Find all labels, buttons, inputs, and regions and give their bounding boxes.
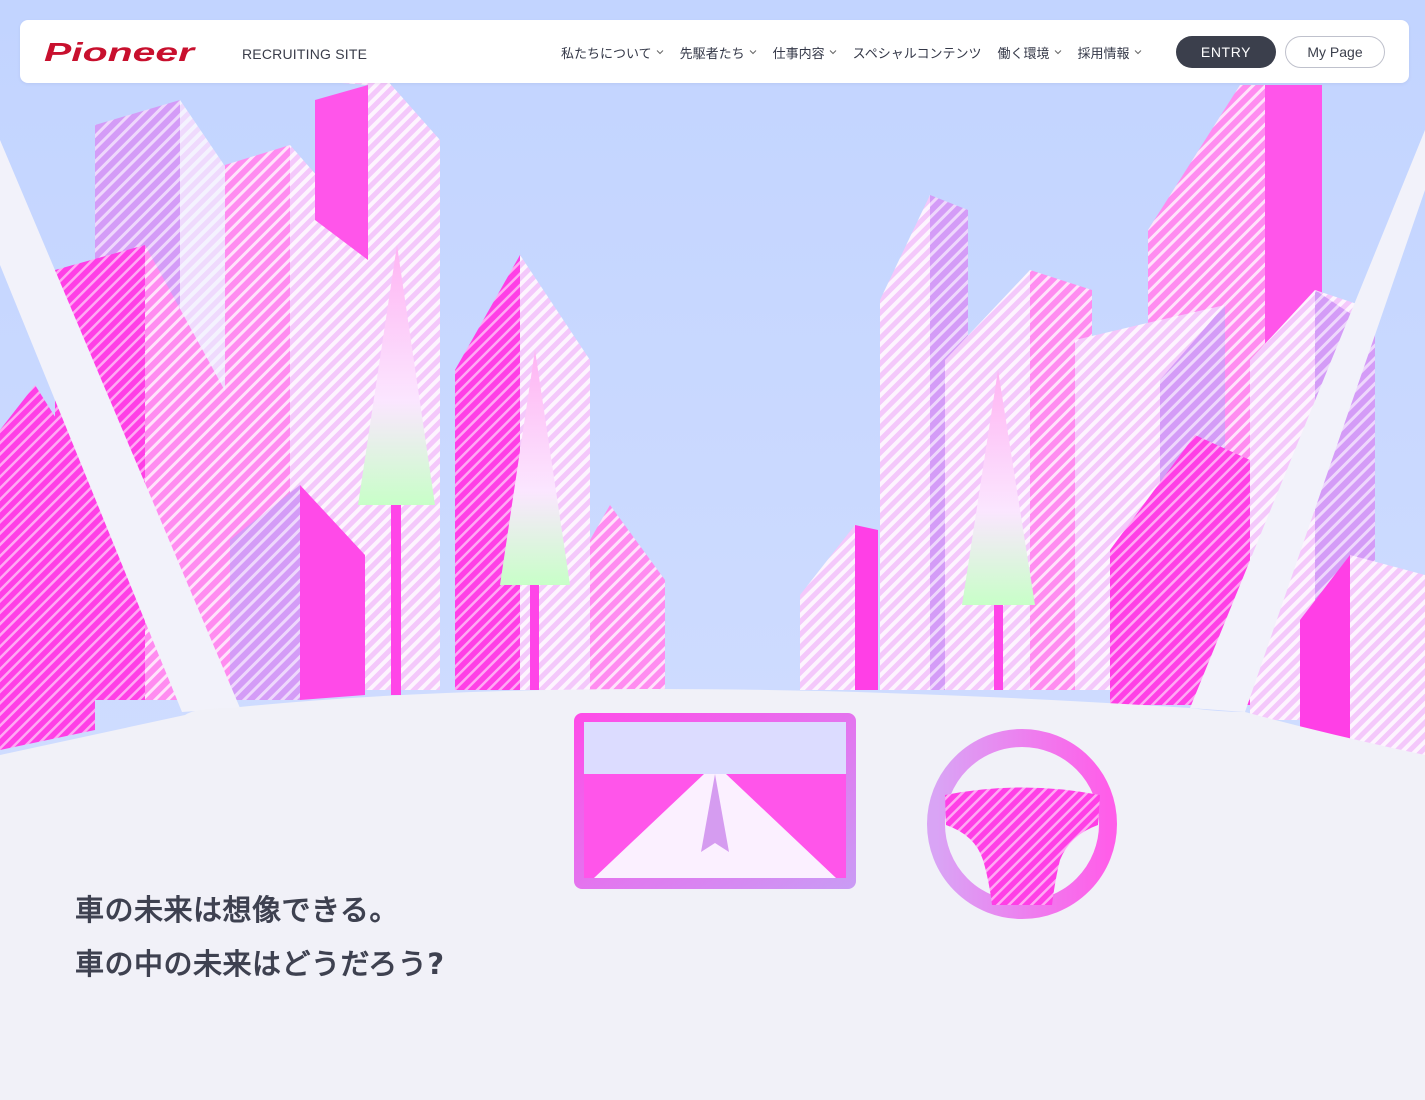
main-nav: 私たちについて 先駆者たち 仕事内容 スペシャルコンテンツ 働く環境 採用情報 — [561, 41, 1158, 63]
nav-label: 仕事内容 — [772, 46, 825, 62]
svg-text:Pioneer: Pioneer — [44, 38, 196, 66]
chevron-down-icon — [829, 50, 837, 55]
chevron-down-icon — [749, 50, 756, 55]
chevron-down-icon — [656, 50, 663, 55]
navigation-screen — [574, 713, 856, 889]
entry-button[interactable]: ENTRY — [1176, 36, 1276, 68]
nav-item-special[interactable]: スペシャルコンテンツ — [853, 43, 982, 62]
pioneer-logo[interactable]: Pioneer — [44, 38, 196, 66]
chevron-down-icon — [1134, 50, 1141, 55]
nav-item-jobs[interactable]: 仕事内容 — [773, 43, 837, 62]
hero-line-2: 車の中の未来はどうだろう? — [75, 947, 445, 981]
nav-item-about[interactable]: 私たちについて — [561, 43, 664, 62]
nav-label: 働く環境 — [997, 46, 1050, 62]
nav-item-recruitment[interactable]: 採用情報 — [1078, 43, 1142, 62]
site-header: Pioneer RECRUITING SITE 私たちについて 先駆者たち 仕事… — [20, 20, 1409, 83]
site-label: RECRUITING SITE — [242, 46, 368, 62]
nav-label: 採用情報 — [1077, 46, 1130, 62]
hero-line-1: 車の未来は想像できる。 — [75, 893, 399, 927]
nav-label: 私たちについて — [561, 46, 652, 62]
chevron-down-icon — [1054, 50, 1061, 55]
nav-item-pioneers[interactable]: 先駆者たち — [680, 43, 757, 62]
nav-label: 先駆者たち — [679, 46, 745, 62]
nav-label: スペシャルコンテンツ — [852, 46, 982, 62]
hero-headline: 車の未来は想像できる。 車の中の未来はどうだろう? — [75, 883, 445, 991]
nav-item-environment[interactable]: 働く環境 — [998, 43, 1062, 62]
mypage-button[interactable]: My Page — [1285, 36, 1385, 68]
